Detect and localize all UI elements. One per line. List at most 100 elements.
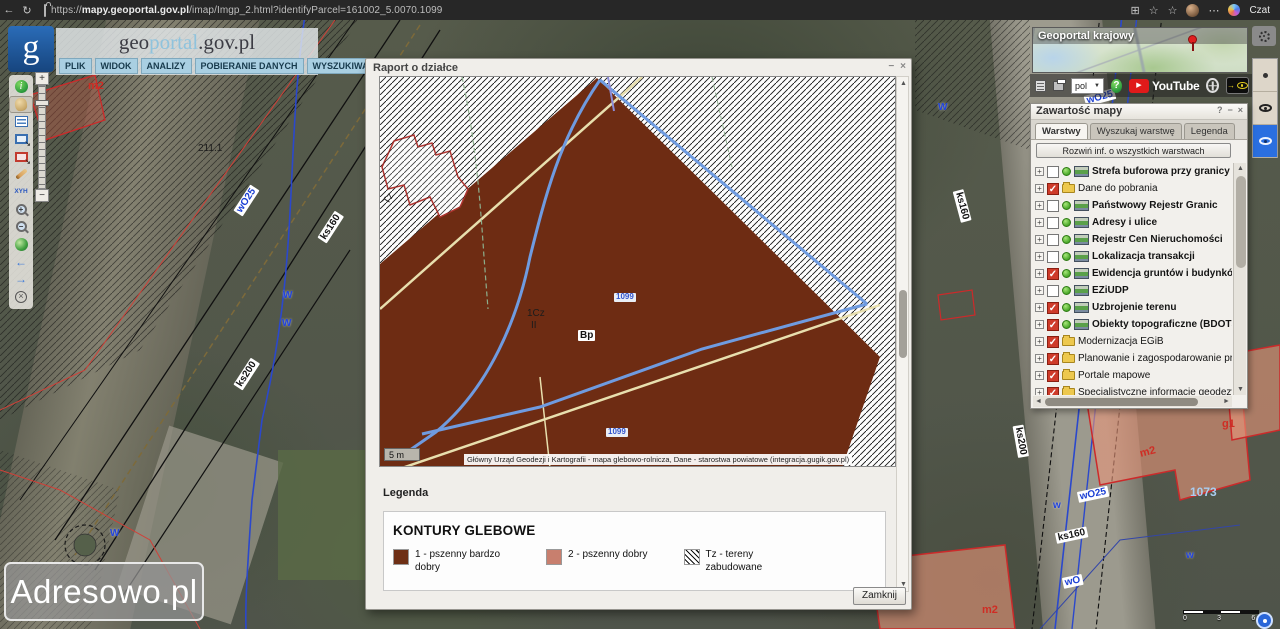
expand-icon[interactable]: + xyxy=(1035,269,1044,278)
favorites-list-icon[interactable]: ☆ xyxy=(1168,4,1178,17)
deselect-area-tool[interactable]: ↘ xyxy=(9,148,33,166)
layer-label[interactable]: Uzbrojenie terenu xyxy=(1092,302,1176,313)
layer-label[interactable]: Specjalistyczne informacje geodezyjne xyxy=(1078,387,1232,395)
layer-checkbox[interactable]: ✓ xyxy=(1047,165,1059,178)
expand-icon[interactable]: + xyxy=(1035,388,1044,395)
previous-view-tool[interactable]: ← xyxy=(9,253,33,271)
layer-label[interactable]: Ewidencja gruntów i budynków xyxy=(1092,268,1232,279)
menu-item[interactable]: ANALIZY xyxy=(140,57,192,74)
dialog-close-icon[interactable]: × xyxy=(900,62,906,76)
scroll-left-icon[interactable]: ◄ xyxy=(1033,396,1044,407)
accessibility-button[interactable]: → xyxy=(1225,77,1249,94)
expand-icon[interactable]: + xyxy=(1035,354,1044,363)
chat-button[interactable]: Czat xyxy=(1249,5,1270,16)
dialog-titlebar[interactable]: Raport o działce − × xyxy=(366,59,911,76)
pan-tool[interactable] xyxy=(9,95,33,113)
layer-checkbox[interactable]: ✓ xyxy=(1047,335,1059,348)
info-tool[interactable]: i xyxy=(9,78,33,96)
layer-label[interactable]: Strefa buforowa przy granicy polsko-biał… xyxy=(1092,166,1232,177)
panel-vertical-scrollbar[interactable]: ▲ ▼ xyxy=(1233,163,1246,395)
scroll-up-icon[interactable]: ▲ xyxy=(1234,163,1247,174)
expand-icon[interactable]: + xyxy=(1035,303,1044,312)
menu-item[interactable]: PLIK xyxy=(59,57,92,74)
zoom-in-button[interactable]: + xyxy=(35,72,49,85)
layer-checkbox[interactable]: ✓ xyxy=(1047,386,1059,395)
split-screen-icon[interactable]: ⊞ xyxy=(1130,4,1139,17)
scroll-thumb[interactable] xyxy=(899,290,907,358)
layer-checkbox[interactable]: ✓ xyxy=(1047,182,1059,195)
scroll-up-icon[interactable]: ▲ xyxy=(897,78,910,89)
zoom-out-tool[interactable]: − xyxy=(9,218,33,236)
overview-minimap[interactable]: Geoportal krajowy xyxy=(1032,27,1248,73)
geoportal-logo[interactable]: g xyxy=(8,26,54,72)
zoom-out-button[interactable]: − xyxy=(35,189,49,202)
clear-selection-tool[interactable]: × xyxy=(9,288,33,306)
layer-label[interactable]: Obiekty topograficzne (BDOT500) xyxy=(1092,319,1232,330)
zoom-in-tool[interactable]: + xyxy=(9,201,33,219)
map-viewport[interactable]: m2211.1wO25ks160WWks200WWwO25ks16020Wks2… xyxy=(0,20,1280,629)
measure-tool[interactable] xyxy=(9,166,33,184)
favorite-icon[interactable]: ☆ xyxy=(1149,4,1159,17)
layer-checkbox[interactable]: ✓ xyxy=(1047,216,1059,229)
profile-avatar[interactable] xyxy=(1186,3,1200,17)
expand-icon[interactable]: + xyxy=(1035,371,1044,380)
expand-icon[interactable]: + xyxy=(1035,184,1044,193)
layer-checkbox[interactable]: ✓ xyxy=(1047,318,1059,331)
zoom-thumb[interactable] xyxy=(35,100,49,106)
scroll-thumb[interactable] xyxy=(1045,397,1198,406)
panel-tab[interactable]: Legenda xyxy=(1183,123,1235,139)
settings-wheel-icon[interactable] xyxy=(1206,78,1219,93)
expand-icon[interactable]: + xyxy=(1035,320,1044,329)
layer-checkbox[interactable]: ✓ xyxy=(1047,369,1059,382)
expand-icon[interactable]: + xyxy=(1035,235,1044,244)
locate-button[interactable] xyxy=(1256,612,1273,629)
close-report-button[interactable]: Zamknij xyxy=(852,587,906,605)
expand-icon[interactable]: + xyxy=(1035,252,1044,261)
layer-label[interactable]: Planowanie i zagospodarowanie przestrzen… xyxy=(1078,353,1232,364)
layer-label[interactable]: Modernizacja EGiB xyxy=(1078,336,1164,347)
panel-minimize-icon[interactable]: − xyxy=(1227,105,1232,119)
layer-label[interactable]: Adresy i ulice xyxy=(1092,217,1157,228)
layer-label[interactable]: Dane do pobrania xyxy=(1078,183,1158,194)
results-list-tool[interactable] xyxy=(9,113,33,131)
expand-all-button[interactable]: Rozwiń inf. o wszystkich warstwach xyxy=(1036,143,1231,158)
layer-checkbox[interactable]: ✓ xyxy=(1047,301,1059,314)
expand-icon[interactable]: + xyxy=(1035,218,1044,227)
language-select[interactable]: pol ▼ xyxy=(1070,77,1104,94)
full-extent-tool[interactable] xyxy=(9,236,33,254)
scroll-down-icon[interactable]: ▼ xyxy=(1234,384,1247,395)
back-icon[interactable]: ← xyxy=(0,4,18,16)
layer-label[interactable]: Portale mapowe xyxy=(1078,370,1150,381)
contrast-option-small[interactable] xyxy=(1253,59,1277,92)
dialog-scrollbar[interactable]: ▲ ▼ xyxy=(896,76,909,592)
expand-icon[interactable]: + xyxy=(1035,337,1044,346)
panel-tab[interactable]: Wyszukaj warstwę xyxy=(1089,123,1182,139)
select-area-tool[interactable]: ↘ xyxy=(9,131,33,149)
url-text[interactable]: https://mapy.geoportal.gov.pl/imap/Imgp_… xyxy=(51,5,442,16)
reload-icon[interactable]: ↻ xyxy=(18,4,36,17)
help-icon[interactable]: ? xyxy=(1110,78,1122,93)
youtube-link[interactable]: ▶ YouTube xyxy=(1128,78,1200,93)
menu-item[interactable]: POBIERANIE DANYCH xyxy=(194,57,304,74)
panel-close-icon[interactable]: × xyxy=(1238,105,1243,119)
panel-horizontal-scrollbar[interactable]: ◄ ► xyxy=(1033,396,1232,407)
print-icon[interactable] xyxy=(1052,78,1067,91)
contrast-option-selected[interactable] xyxy=(1253,125,1277,158)
contrast-option-dark[interactable] xyxy=(1253,92,1277,125)
layer-label[interactable]: Rejestr Cen Nieruchomości xyxy=(1092,234,1223,245)
panel-help-icon[interactable]: ? xyxy=(1217,105,1223,119)
layer-checkbox[interactable]: ✓ xyxy=(1047,267,1059,280)
scroll-right-icon[interactable]: ► xyxy=(1221,396,1232,407)
layer-label[interactable]: Lokalizacja transakcji xyxy=(1092,251,1195,262)
xyh-coordinates-tool[interactable]: XYH xyxy=(9,183,33,201)
layer-checkbox[interactable]: ✓ xyxy=(1047,250,1059,263)
legend-list-icon[interactable] xyxy=(1035,79,1046,92)
scroll-thumb[interactable] xyxy=(1235,176,1246,268)
expand-icon[interactable]: + xyxy=(1035,286,1044,295)
expand-icon[interactable]: + xyxy=(1035,201,1044,210)
dialog-minimize-icon[interactable]: − xyxy=(888,62,894,76)
layer-checkbox[interactable]: ✓ xyxy=(1047,233,1059,246)
layer-label[interactable]: EZiUDP xyxy=(1092,285,1129,296)
menu-dots-icon[interactable]: ⋯ xyxy=(1208,4,1219,17)
layer-checkbox[interactable]: ✓ xyxy=(1047,199,1059,212)
